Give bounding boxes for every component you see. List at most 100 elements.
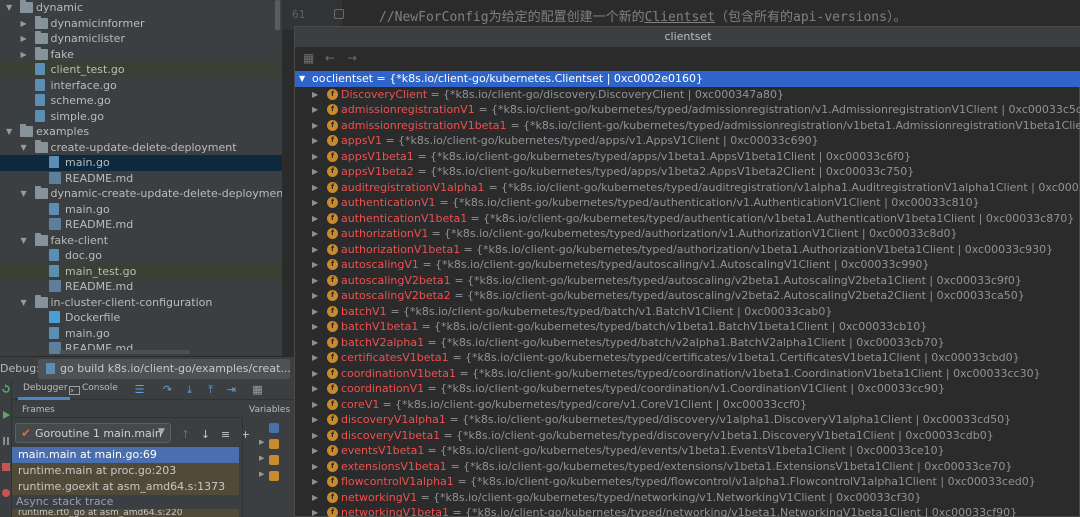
evaluate-expression-icon[interactable]: ▦ bbox=[252, 384, 263, 395]
frame-row[interactable]: runtime.main at proc.go:203 bbox=[12, 463, 239, 479]
field-row[interactable]: ▶ f extensionsV1beta1 {*k8s.io/client-go/ku… bbox=[295, 459, 1080, 475]
tree-item[interactable]: README.md bbox=[0, 171, 282, 187]
field-row[interactable]: ▶ f autoscalingV1 {*k8s.io/client-go/kubern… bbox=[295, 257, 1080, 273]
tree-item[interactable]: main.go bbox=[0, 155, 282, 171]
chevron-right-icon[interactable]: ▶ bbox=[259, 470, 264, 478]
tab-debugger[interactable]: Debugger bbox=[23, 383, 68, 393]
chevron-right-icon[interactable]: ▶ bbox=[312, 195, 318, 210]
field-row[interactable]: ▶ f appsV1 {*k8s.io/client-go/kubernetes/ty… bbox=[295, 133, 1080, 149]
tree-item[interactable]: scheme.go bbox=[0, 93, 282, 109]
chevron-right-icon[interactable]: ▶ bbox=[312, 412, 318, 427]
chevron-right-icon[interactable]: ▶ bbox=[312, 273, 318, 288]
field-row[interactable]: ▶ f admissionregistrationV1 {*k8s.io/client… bbox=[295, 102, 1080, 118]
chevron-right-icon[interactable]: ▶ bbox=[312, 350, 318, 365]
variable-row[interactable]: ▶ bbox=[259, 454, 289, 466]
field-row[interactable]: ▶ f appsV1beta2 {*k8s.io/client-go/kubernet… bbox=[295, 164, 1080, 180]
chevron-right-icon[interactable]: ▶ bbox=[312, 443, 318, 458]
field-row[interactable]: ▶ f networkingV1 {*k8s.io/client-go/kuberne… bbox=[295, 490, 1080, 506]
frame-row[interactable]: main.main at main.go:69 bbox=[12, 447, 239, 463]
tab-console[interactable]: Console bbox=[82, 383, 118, 393]
tree-item[interactable]: ▼ examples bbox=[0, 124, 282, 140]
pin-icon[interactable]: ▦ bbox=[303, 51, 314, 65]
field-row[interactable]: ▶ f auditregistrationV1alpha1 {*k8s.io/clie… bbox=[295, 180, 1080, 196]
tree-item[interactable]: Dockerfile bbox=[0, 310, 282, 326]
chevron-right-icon[interactable]: ▶ bbox=[312, 133, 318, 148]
tree-item[interactable]: doc.go bbox=[0, 248, 282, 264]
root-variable-row[interactable]: ▼ oo clientset = {*k8s.io/client-go/kube… bbox=[295, 71, 1080, 87]
chevron-right-icon[interactable]: ▶ bbox=[312, 118, 318, 133]
tree-item[interactable]: ▼ dynamic bbox=[0, 0, 282, 16]
goroutine-select[interactable]: ✔ Goroutine 1 main.main ▼ bbox=[15, 423, 171, 443]
chevron-right-icon[interactable]: ▶ bbox=[312, 459, 318, 474]
step-over-icon[interactable]: ↷ bbox=[162, 384, 173, 395]
tree-item[interactable]: README.md bbox=[0, 217, 282, 233]
chevron-down-icon[interactable]: ▼ bbox=[6, 0, 12, 15]
tree-scrollbar[interactable] bbox=[275, 0, 280, 30]
tree-item[interactable]: ▼ fake-client bbox=[0, 232, 282, 249]
pause-icon[interactable] bbox=[1, 436, 11, 446]
field-row[interactable]: ▶ f authenticationV1beta1 {*k8s.io/client-g… bbox=[295, 211, 1080, 227]
field-row[interactable]: ▶ f discoveryV1alpha1 {*k8s.io/client-go/ku… bbox=[295, 412, 1080, 428]
chevron-down-icon[interactable]: ▼ bbox=[21, 295, 27, 310]
tree-item[interactable]: ▶ fake bbox=[0, 46, 282, 63]
tree-item[interactable]: ▼ in-cluster-client-configuration bbox=[0, 294, 282, 311]
field-row[interactable]: ▶ f authorizationV1 {*k8s.io/client-go/kube… bbox=[295, 226, 1080, 242]
step-out-icon[interactable]: ⤒ bbox=[205, 384, 216, 395]
async-frame-row[interactable]: runtime.rt0_go at asm_amd64.s:220 bbox=[12, 509, 239, 517]
chevron-right-icon[interactable]: ▶ bbox=[312, 87, 318, 102]
field-row[interactable]: ▶ f coordinationV1beta1 {*k8s.io/client-go/… bbox=[295, 366, 1080, 382]
run-config-tab[interactable]: go build k8s.io/client-go/examples/creat… bbox=[38, 359, 290, 379]
chevron-right-icon[interactable]: ▶ bbox=[312, 149, 318, 164]
chevron-right-icon[interactable]: ▶ bbox=[312, 164, 318, 179]
chevron-right-icon[interactable]: ▶ bbox=[259, 454, 264, 462]
field-row[interactable]: ▶ f coordinationV1 {*k8s.io/client-go/kuber… bbox=[295, 381, 1080, 397]
tree-item[interactable]: main.go bbox=[0, 326, 282, 342]
field-row[interactable]: ▶ f admissionregistrationV1beta1 {*k8s.io/c… bbox=[295, 118, 1080, 134]
forward-arrow-icon[interactable]: → bbox=[347, 51, 357, 65]
chevron-right-icon[interactable]: ▶ bbox=[312, 428, 318, 443]
variable-row[interactable] bbox=[259, 422, 289, 434]
chevron-right-icon[interactable]: ▶ bbox=[312, 226, 318, 241]
chevron-right-icon[interactable]: ▶ bbox=[312, 257, 318, 272]
chevron-down-icon[interactable]: ▼ bbox=[21, 140, 27, 155]
chevron-right-icon[interactable]: ▶ bbox=[312, 180, 318, 195]
show-execution-point-icon[interactable]: ☰ bbox=[134, 384, 145, 395]
field-row[interactable]: ▶ f appsV1beta1 {*k8s.io/client-go/kubernet… bbox=[295, 149, 1080, 165]
field-row[interactable]: ▶ f authorizationV1beta1 {*k8s.io/client-go… bbox=[295, 242, 1080, 258]
chevron-right-icon[interactable]: ▶ bbox=[312, 366, 318, 381]
back-arrow-icon[interactable]: ← bbox=[325, 51, 335, 65]
tree-item[interactable]: main_test.go bbox=[0, 263, 282, 279]
field-row[interactable]: ▶ f batchV1beta1 {*k8s.io/client-go/kuberne… bbox=[295, 319, 1080, 335]
tree-horizontal-scrollbar[interactable] bbox=[60, 350, 190, 354]
filter-frames-icon[interactable]: ≡ bbox=[220, 429, 231, 440]
tree-item[interactable]: ▼ dynamic-create-update-delete-deployment bbox=[0, 186, 282, 202]
frame-up-icon[interactable]: ↑ bbox=[180, 429, 191, 440]
field-row[interactable]: ▶ f batchV2alpha1 {*k8s.io/client-go/kubern… bbox=[295, 335, 1080, 351]
chevron-right-icon[interactable]: ▶ bbox=[312, 474, 318, 489]
fold-icon[interactable] bbox=[334, 9, 344, 19]
tree-item[interactable]: client_test.go bbox=[0, 62, 282, 78]
chevron-right-icon[interactable]: ▶ bbox=[312, 505, 318, 517]
chevron-right-icon[interactable]: ▶ bbox=[312, 490, 318, 505]
tree-item[interactable]: README.md bbox=[0, 279, 282, 295]
chevron-right-icon[interactable]: ▶ bbox=[312, 304, 318, 319]
step-into-icon[interactable]: ⤓ bbox=[184, 384, 195, 395]
chevron-right-icon[interactable]: ▶ bbox=[312, 102, 318, 117]
frame-down-icon[interactable]: ↓ bbox=[200, 429, 211, 440]
frame-row[interactable]: runtime.goexit at asm_amd64.s:1373 bbox=[12, 479, 239, 495]
rerun-icon[interactable] bbox=[1, 384, 11, 394]
field-row[interactable]: ▶ f authenticationV1 {*k8s.io/client-go/kub… bbox=[295, 195, 1080, 211]
variable-row[interactable]: ▶ bbox=[259, 470, 289, 482]
chevron-right-icon[interactable]: ▶ bbox=[312, 397, 318, 412]
tree-item[interactable]: main.go bbox=[0, 202, 282, 218]
chevron-right-icon[interactable]: ▶ bbox=[21, 16, 27, 31]
chevron-right-icon[interactable]: ▶ bbox=[21, 31, 27, 46]
field-row[interactable]: ▶ f DiscoveryClient {*k8s.io/client-go/disc… bbox=[295, 87, 1080, 103]
run-to-cursor-icon[interactable]: ⇥ bbox=[226, 384, 237, 395]
chevron-down-icon[interactable]: ▼ bbox=[299, 71, 305, 86]
field-row[interactable]: ▶ f certificatesV1beta1 {*k8s.io/client-go/… bbox=[295, 350, 1080, 366]
chevron-right-icon[interactable]: ▶ bbox=[312, 288, 318, 303]
tree-item[interactable]: simple.go bbox=[0, 109, 282, 125]
chevron-right-icon[interactable]: ▶ bbox=[259, 438, 264, 446]
field-row[interactable]: ▶ f eventsV1beta1 {*k8s.io/client-go/kubern… bbox=[295, 443, 1080, 459]
